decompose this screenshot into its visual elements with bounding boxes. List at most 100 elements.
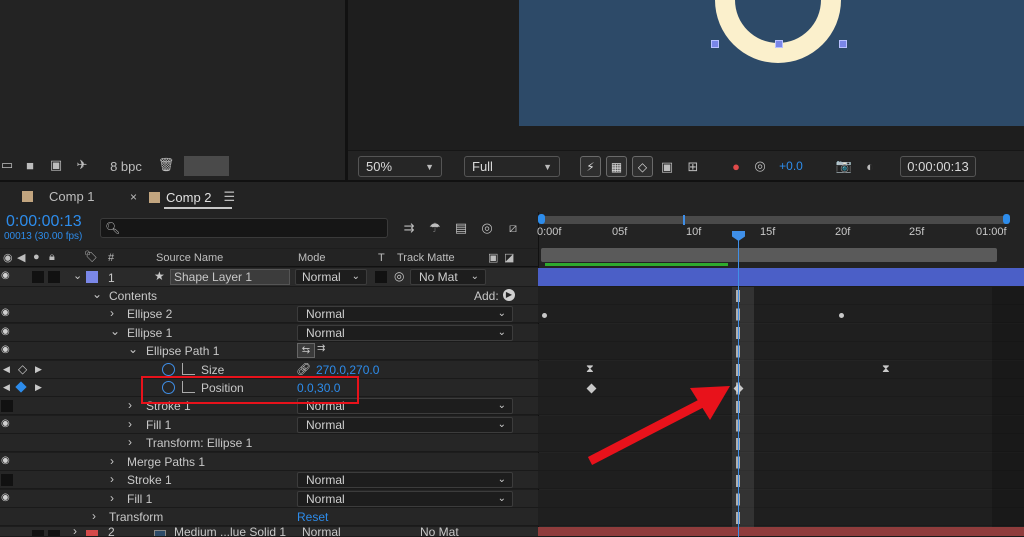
solo-box[interactable] [32,530,44,536]
exposure-value[interactable]: +0.0 [776,159,806,173]
expand-chevron-icon[interactable]: › [128,435,132,449]
group-transform-ellipse-1[interactable]: › Transform: Ellipse 1 [0,434,538,452]
expand-chevron-icon[interactable]: › [110,472,114,486]
ellipse2-dot[interactable] [542,313,547,318]
column-mode[interactable]: Mode [298,252,326,264]
color-swatch-button[interactable] [184,156,229,176]
path-direction-icon[interactable]: ⇆ [297,343,315,358]
group-ellipse-path-1[interactable]: ◉ ⌄ Ellipse Path 1 ⇆ ⇉ [0,342,538,360]
collapse-chevron-icon[interactable]: ⌄ [128,342,138,356]
group-fill-1[interactable]: ◉ › Fill 1 Normal ⌄ [0,416,538,434]
eye-icon[interactable]: ◉ [1,456,13,466]
size-keyframe-hourglass-icon[interactable]: ⧗ [882,363,890,376]
shy-layers-icon[interactable]: ▤ [452,220,470,236]
column-source-name[interactable]: Source Name [156,252,223,264]
transparency-grid-icon[interactable]: ▦ [606,156,627,177]
prev-keyframe-icon[interactable]: ◀ [3,382,10,393]
eye-icon[interactable]: ◉ [1,327,13,337]
resolution-dropdown[interactable]: Full ▼ [464,156,560,177]
blend-mode-dropdown[interactable]: Normal ⌄ [297,417,513,433]
blend-mode-dropdown[interactable]: Normal ⌄ [297,472,513,488]
switches-icon[interactable]: ▣ [488,251,498,264]
track-solid[interactable] [538,527,1024,537]
expand-chevron-icon[interactable]: › [128,417,132,431]
fast-previews-icon[interactable]: ⚡ [580,156,601,177]
solo-switch-icon[interactable]: ● [33,251,40,263]
new-composition-icon[interactable]: ▣ [48,157,64,172]
new-folder-icon[interactable]: ■ [22,158,38,173]
layer-color-label[interactable] [86,271,98,283]
show-snapshot-icon[interactable]: ◐ [862,158,878,174]
path-direction-alt-icon[interactable]: ⇉ [317,343,325,354]
expand-chevron-icon[interactable]: ⌄ [73,269,82,282]
trash-icon[interactable]: 🗑 [158,157,175,173]
group-fill-1-outer[interactable]: ◉ › Fill 1 Normal ⌄ [0,490,538,508]
lock-box[interactable] [48,271,60,283]
comp-mini-flowchart-icon[interactable]: ⇉ [400,220,418,236]
graph-icon[interactable] [182,363,195,375]
current-timecode[interactable]: 0:00:00:13 [6,213,82,231]
eye-icon[interactable]: ◉ [1,271,13,281]
layer-row-shape-layer-1[interactable]: ◉ ⌄ 1 ★ Shape Layer 1 Normal ⌄ ◎ No Mat ⌄ [0,268,538,287]
tab-comp-1[interactable]: Comp 1 [22,189,95,204]
eye-off-box[interactable] [1,474,13,486]
blend-mode-dropdown[interactable]: Normal ⌄ [297,325,513,341]
hamburger-menu-icon[interactable]: ☰ [224,189,236,205]
work-area-end-handle[interactable] [1003,214,1010,224]
add-keyframe-icon[interactable]: ◇ [18,362,27,376]
next-keyframe-icon[interactable]: ▶ [35,382,42,393]
group-stroke-1-outer[interactable]: › Stroke 1 Normal ⌄ [0,471,538,489]
snapshot-icon[interactable]: 📷 [836,158,852,174]
next-keyframe-icon[interactable]: ▶ [35,364,42,375]
work-area-bar[interactable] [541,216,1007,224]
group-merge-paths-1[interactable]: ◉ › Merge Paths 1 [0,453,538,471]
modes-icon[interactable]: ◪ [504,251,514,264]
layer-name[interactable]: Medium ...lue Solid 1 [174,527,286,536]
channel-icon[interactable]: ● [728,158,744,174]
viewer-timecode[interactable]: 0:00:00:13 [900,156,976,177]
eye-icon[interactable]: ◉ [1,493,13,503]
matte-link-icon[interactable]: ◎ [394,269,404,283]
composition-canvas[interactable] [519,0,1024,126]
eye-off-box[interactable] [1,400,13,412]
group-ellipse-2[interactable]: ◉ › Ellipse 2 Normal ⌄ [0,305,538,323]
solo-box[interactable] [32,271,44,283]
expand-chevron-icon[interactable]: › [110,454,114,468]
column-track-matte[interactable]: Track Matte [397,252,455,264]
audio-switch-icon[interactable]: ◀ [17,251,25,264]
draft-3d-icon[interactable]: ☂ [426,220,444,236]
add-label[interactable]: Add: [474,289,499,303]
blend-mode-dropdown[interactable]: Normal ⌄ [297,306,513,322]
blend-mode-dropdown[interactable]: Normal ⌄ [297,491,513,507]
keyframe-active-icon[interactable] [15,381,27,393]
graph-editor-icon[interactable]: ⧄ [504,220,522,236]
motion-blur-icon[interactable]: ◎ [478,220,496,236]
expand-chevron-icon[interactable]: › [110,306,114,320]
tab-comp-2[interactable]: × Comp 2 ☰ [130,189,235,205]
color-management-icon[interactable]: ◎ [752,158,768,174]
label-tag-icon[interactable]: 🏷︎ [84,250,98,263]
group-ellipse-1[interactable]: ◉ ⌄ Ellipse 1 Normal ⌄ [0,324,538,342]
collapse-chevron-icon[interactable]: ⌄ [110,324,120,338]
expand-chevron-icon[interactable]: › [92,509,96,523]
layer-mode[interactable]: Normal [302,527,341,536]
size-keyframe-hourglass-icon[interactable]: ⧗ [586,363,594,376]
close-icon[interactable]: × [130,190,137,204]
bbox-handle-bottom[interactable] [775,40,783,48]
grid-guides-icon[interactable]: ⊞ [684,158,702,176]
bbox-handle-right[interactable] [839,40,847,48]
eye-icon[interactable]: ◉ [1,308,13,318]
stopwatch-icon[interactable] [162,363,175,376]
ellipse2-dot[interactable] [839,313,844,318]
expand-chevron-icon[interactable]: › [110,491,114,505]
layer-mode-dropdown[interactable]: Normal ⌄ [295,269,367,285]
layer-row-solid[interactable]: › 2 Medium ...lue Solid 1 Normal No Mat [0,527,538,537]
track-matte-value[interactable]: No Mat [420,527,459,536]
prev-keyframe-icon[interactable]: ◀ [3,364,10,375]
constrain-proportions-icon[interactable]: 🔗︎ [296,362,311,376]
eye-icon[interactable]: ◉ [1,419,13,429]
group-contents[interactable]: ⌄ Contents Add: ▶ [0,287,538,305]
layer-name[interactable]: Shape Layer 1 [170,269,290,285]
expand-chevron-icon[interactable]: › [73,527,77,536]
lock-box[interactable] [48,530,60,536]
